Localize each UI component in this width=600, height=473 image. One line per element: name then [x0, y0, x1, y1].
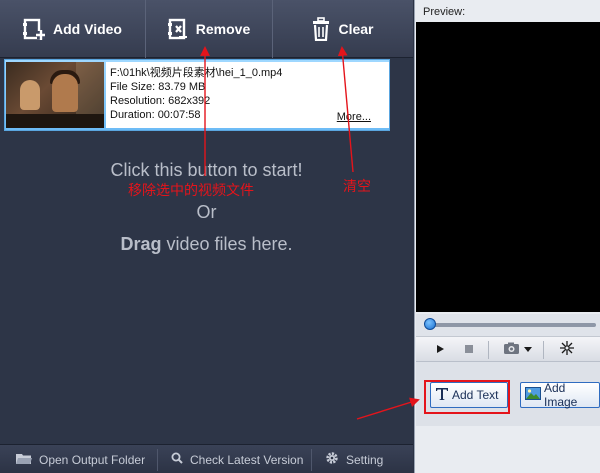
add-video-icon	[23, 17, 46, 41]
folder-icon	[16, 452, 32, 468]
controls-divider	[488, 341, 489, 359]
edit-panel-body	[416, 426, 600, 473]
remove-annotation: 移除选中的视频文件	[128, 182, 254, 198]
image-icon	[525, 387, 541, 403]
main-toolbar: Add Video Remove Clear	[0, 0, 413, 58]
add-image-label: Add Image	[544, 381, 578, 409]
remove-button[interactable]: Remove	[146, 0, 272, 58]
effects-button[interactable]	[557, 340, 577, 360]
add-image-button[interactable]: Add Image	[520, 381, 600, 409]
open-output-folder-button[interactable]: Open Output Folder	[16, 445, 145, 473]
playback-controls	[416, 336, 600, 362]
file-size: File Size: 83.79 MB	[110, 81, 206, 93]
check-latest-version-button[interactable]: Check Latest Version	[171, 445, 303, 473]
stop-button[interactable]	[459, 340, 479, 360]
highlight-box	[424, 380, 510, 414]
trash-icon	[312, 17, 330, 41]
open-output-label: Open Output Folder	[39, 452, 146, 467]
video-thumbnail	[6, 62, 104, 128]
video-list-panel: Add Video Remove Clear F:\01hk\视频片段素材\he…	[0, 0, 413, 473]
drag-hint-bold: Drag	[120, 234, 162, 254]
video-list-item[interactable]: F:\01hk\视频片段素材\hei_1_0.mp4 File Size: 83…	[4, 59, 390, 131]
sparkle-icon	[560, 340, 574, 360]
seek-handle[interactable]	[424, 318, 436, 330]
drag-hint-rest: video files here.	[161, 234, 293, 254]
gear-icon	[325, 451, 339, 468]
seek-bar[interactable]	[416, 314, 600, 336]
add-video-button[interactable]: Add Video	[0, 0, 145, 58]
check-version-label: Check Latest Version	[190, 452, 304, 467]
bottom-bar: Open Output Folder Check Latest Version	[0, 444, 413, 473]
setting-label: Setting	[346, 452, 384, 467]
clear-button[interactable]: Clear	[273, 0, 413, 58]
preview-label: Preview:	[423, 6, 466, 18]
camera-icon	[503, 341, 533, 359]
remove-label: Remove	[195, 21, 251, 37]
bottom-divider	[157, 449, 158, 471]
more-link[interactable]: More...	[337, 110, 371, 124]
play-icon	[435, 341, 445, 359]
snapshot-button[interactable]	[500, 340, 536, 360]
setting-button[interactable]: Setting	[325, 445, 383, 473]
search-icon	[171, 452, 183, 467]
bottom-divider	[311, 449, 312, 471]
resolution: Resolution: 682x392	[110, 95, 211, 107]
drag-hint: Drag video files here.	[0, 234, 413, 255]
clear-annotation: 清空	[343, 178, 371, 194]
preview-screen	[416, 22, 600, 312]
stop-icon	[464, 341, 474, 359]
play-button[interactable]	[430, 340, 450, 360]
video-info: F:\01hk\视频片段素材\hei_1_0.mp4 File Size: 83…	[106, 62, 389, 128]
seek-track[interactable]	[426, 323, 596, 327]
file-path: F:\01hk\视频片段素材\hei_1_0.mp4	[110, 67, 283, 79]
add-video-label: Add Video	[53, 21, 122, 37]
controls-divider	[543, 341, 544, 359]
or-hint: Or	[196, 202, 217, 222]
clear-label: Clear	[338, 21, 374, 37]
remove-icon	[167, 17, 188, 41]
